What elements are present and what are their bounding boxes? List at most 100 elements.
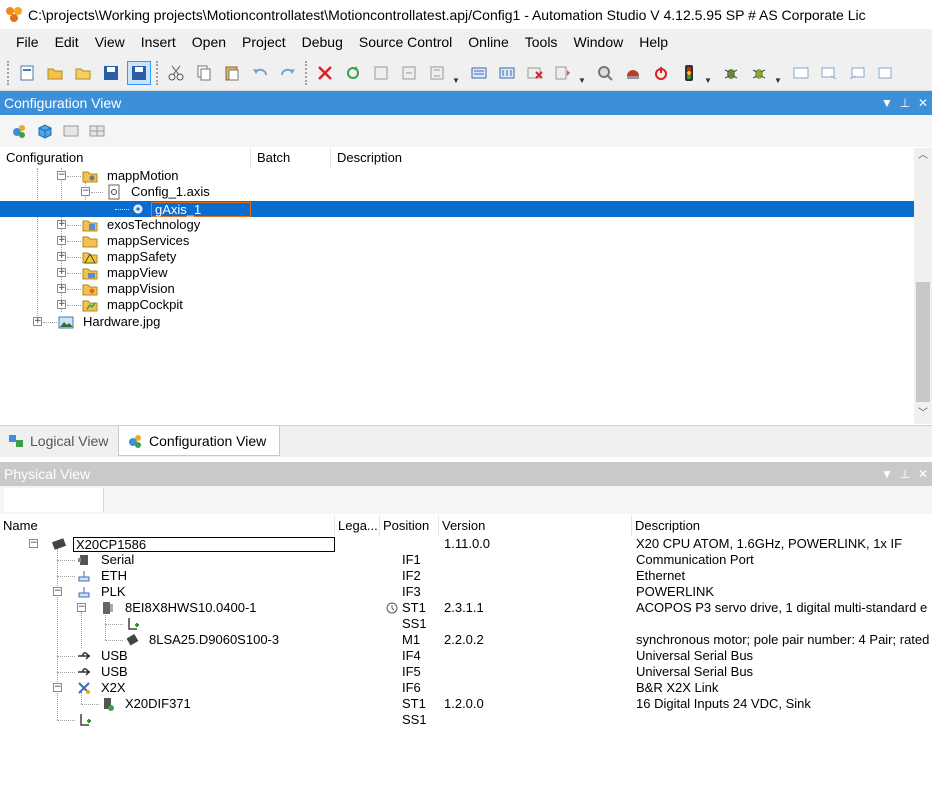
- object-properties-icon[interactable]: [34, 120, 56, 142]
- menu-project[interactable]: Project: [234, 31, 294, 53]
- copy-icon[interactable]: [192, 61, 216, 85]
- physical-toolbar-segment[interactable]: [4, 488, 104, 512]
- new-project-icon[interactable]: [15, 61, 39, 85]
- toolbar-overflow-chevron-icon[interactable]: ▼: [703, 61, 713, 85]
- tree-item-mappvision[interactable]: + mappVision: [0, 281, 914, 297]
- menu-file[interactable]: File: [8, 31, 47, 53]
- tab-logical-view[interactable]: Logical View: [0, 426, 116, 456]
- table-row[interactable]: SS1: [0, 712, 932, 728]
- column-position[interactable]: Position: [380, 516, 439, 536]
- tree-item-mappcockpit[interactable]: + mappCockpit: [0, 297, 914, 313]
- expand-icon[interactable]: +: [57, 220, 66, 229]
- debug-step-icon[interactable]: [747, 61, 771, 85]
- collapse-icon[interactable]: −: [77, 603, 86, 612]
- traffic-light-icon[interactable]: [677, 61, 701, 85]
- expand-icon[interactable]: +: [57, 268, 66, 277]
- window-prev-icon[interactable]: [845, 61, 869, 85]
- column-version[interactable]: Version: [439, 516, 632, 536]
- menu-insert[interactable]: Insert: [133, 31, 184, 53]
- menu-debug[interactable]: Debug: [294, 31, 351, 53]
- debug-icon[interactable]: [719, 61, 743, 85]
- detail-view-icon[interactable]: [60, 120, 82, 142]
- expand-icon[interactable]: +: [57, 284, 66, 293]
- build-icon[interactable]: [467, 61, 491, 85]
- save-icon[interactable]: [99, 61, 123, 85]
- menu-online[interactable]: Online: [460, 31, 516, 53]
- table-row[interactable]: 8LSA25.D9060S100-3 M1 2.2.0.2 synchronou…: [0, 632, 932, 648]
- panel-dropdown-icon[interactable]: ▼: [878, 96, 896, 110]
- expand-icon[interactable]: +: [57, 236, 66, 245]
- menu-tools[interactable]: Tools: [517, 31, 566, 53]
- online-settings-icon[interactable]: [593, 61, 617, 85]
- expand-icon[interactable]: +: [57, 252, 66, 261]
- window-next-icon[interactable]: [817, 61, 841, 85]
- scroll-up-icon[interactable]: ︿: [914, 148, 932, 164]
- window-float-icon[interactable]: [873, 61, 897, 85]
- table-row[interactable]: X20DIF371 ST1 1.2.0.0 16 Digital Inputs …: [0, 696, 932, 712]
- tree-item-config-axis[interactable]: − Config_1.axis: [0, 184, 914, 200]
- tree-item-mappservices[interactable]: + mappServices: [0, 233, 914, 249]
- compare-icon[interactable]: [397, 61, 421, 85]
- collapse-icon[interactable]: −: [29, 539, 38, 548]
- build-options-icon[interactable]: [425, 61, 449, 85]
- scrollbar-thumb[interactable]: [916, 282, 930, 402]
- collapse-icon[interactable]: −: [81, 187, 90, 196]
- tree-item-hardware-jpg[interactable]: + Hardware.jpg: [0, 314, 914, 330]
- table-row[interactable]: USB IF4 Universal Serial Bus: [0, 648, 932, 664]
- menu-view[interactable]: View: [87, 31, 133, 53]
- pin-icon[interactable]: ⊥: [896, 96, 914, 110]
- expand-icon[interactable]: +: [33, 317, 42, 326]
- grid-view-icon[interactable]: [86, 120, 108, 142]
- power-icon[interactable]: [649, 61, 673, 85]
- table-row[interactable]: − X20CP1586 1.11.0.0 X20 CPU ATOM, 1.6GH…: [0, 536, 932, 552]
- table-row[interactable]: − 8EI8X8HWS10.0400-1 ST1 2.3.1.1 ACOPOS …: [0, 600, 932, 616]
- toolbar-grip[interactable]: [7, 60, 10, 85]
- column-name[interactable]: Name: [0, 516, 335, 536]
- column-legacy[interactable]: Lega...: [335, 516, 380, 536]
- column-configuration[interactable]: Configuration: [0, 148, 251, 168]
- toolbar-overflow-chevron-icon[interactable]: ▼: [773, 61, 783, 85]
- table-row[interactable]: − PLK IF3 POWERLINK: [0, 584, 932, 600]
- table-row[interactable]: USB IF5 Universal Serial Bus: [0, 664, 932, 680]
- configuration-scrollbar[interactable]: ︿ ﹀: [914, 148, 932, 424]
- collapse-icon[interactable]: −: [53, 683, 62, 692]
- tab-configuration-view[interactable]: Configuration View: [118, 426, 280, 456]
- save-all-icon[interactable]: [127, 60, 151, 85]
- tree-item-mappsafety[interactable]: + mappSafety: [0, 249, 914, 265]
- clean-icon[interactable]: [523, 61, 547, 85]
- delete-icon[interactable]: [313, 61, 337, 85]
- toolbar-overflow-chevron-icon[interactable]: ▼: [577, 61, 587, 85]
- collapse-icon[interactable]: −: [53, 587, 62, 596]
- transfer-icon[interactable]: [551, 61, 575, 85]
- undo-icon[interactable]: [248, 61, 272, 85]
- rename-input[interactable]: gAxis_1: [151, 202, 251, 217]
- expand-icon[interactable]: +: [57, 300, 66, 309]
- tree-item-mappview[interactable]: + mappView: [0, 265, 914, 281]
- menu-window[interactable]: Window: [565, 31, 631, 53]
- table-row[interactable]: − X2X IF6 B&R X2X Link: [0, 680, 932, 696]
- open-folder-icon[interactable]: [71, 61, 95, 85]
- cut-icon[interactable]: [164, 61, 188, 85]
- menu-source-control[interactable]: Source Control: [351, 31, 460, 53]
- scroll-down-icon[interactable]: ﹀: [914, 406, 932, 422]
- menu-help[interactable]: Help: [631, 31, 676, 53]
- redo-icon[interactable]: [276, 61, 300, 85]
- connect-icon[interactable]: [621, 61, 645, 85]
- properties-icon[interactable]: [369, 61, 393, 85]
- add-object-icon[interactable]: [8, 120, 30, 142]
- table-row[interactable]: Serial IF1 Communication Port: [0, 552, 932, 568]
- close-icon[interactable]: ✕: [914, 467, 932, 481]
- device-name[interactable]: X20CP1586: [73, 537, 335, 552]
- menu-edit[interactable]: Edit: [47, 31, 87, 53]
- tree-item-mappmotion[interactable]: − mappMotion: [0, 168, 914, 184]
- menu-open[interactable]: Open: [184, 31, 234, 53]
- pin-icon[interactable]: ⊥: [896, 467, 914, 481]
- refresh-icon[interactable]: [341, 61, 365, 85]
- column-description[interactable]: Description: [331, 148, 913, 168]
- table-row[interactable]: ETH IF2 Ethernet: [0, 568, 932, 584]
- rebuild-icon[interactable]: [495, 61, 519, 85]
- toolbar-overflow-chevron-icon[interactable]: ▼: [451, 61, 461, 85]
- open-project-icon[interactable]: [43, 61, 67, 85]
- table-row[interactable]: SS1: [0, 616, 932, 632]
- panel-dropdown-icon[interactable]: ▼: [878, 467, 896, 481]
